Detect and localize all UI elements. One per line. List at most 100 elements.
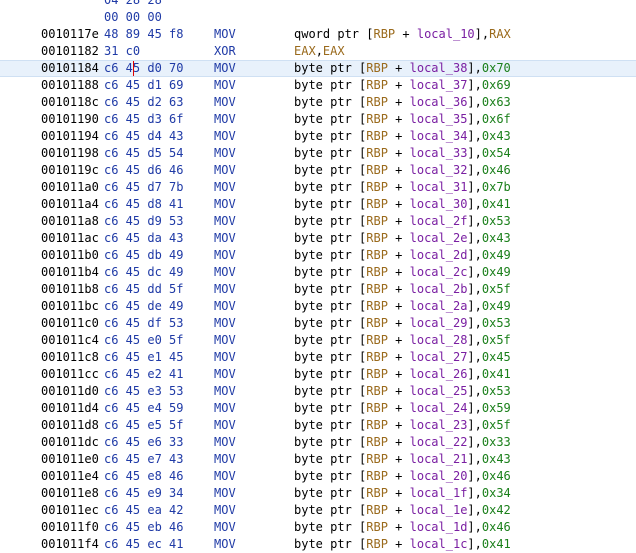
instruction-operands[interactable]: byte ptr [RBP + local_36],0x63 bbox=[294, 94, 511, 111]
local-symbol-operand[interactable]: local_36 bbox=[410, 95, 468, 109]
disassembly-listing[interactable]: 04 28 28 00 00 00 0010117e 48 89 45 f8 MOV qw… bbox=[0, 0, 636, 553]
instruction-bytes[interactable]: 31 c0 bbox=[104, 43, 140, 60]
instruction-operands[interactable]: byte ptr [RBP + local_34],0x43 bbox=[294, 128, 511, 145]
register-operand[interactable]: RBP bbox=[366, 503, 388, 517]
instruction-mnemonic[interactable]: MOV bbox=[214, 366, 236, 383]
instruction-address[interactable]: 001011a4 bbox=[41, 196, 99, 213]
listing-row[interactable]: 04 28 28 bbox=[0, 0, 636, 9]
listing-row[interactable]: 001011e4 c6 45 e8 46 MOV byte ptr [RBP + lo… bbox=[0, 468, 636, 485]
instruction-mnemonic[interactable]: MOV bbox=[214, 383, 236, 400]
listing-row[interactable]: 001011d8 c6 45 e5 5f MOV byte ptr [RBP + lo… bbox=[0, 417, 636, 434]
instruction-bytes[interactable]: c6 45 d3 6f bbox=[104, 111, 183, 128]
instruction-operands[interactable]: byte ptr [RBP + local_1c],0x41 bbox=[294, 536, 511, 553]
instruction-bytes[interactable]: c6 45 ec 41 bbox=[104, 536, 183, 553]
instruction-mnemonic[interactable]: MOV bbox=[214, 77, 236, 94]
instruction-mnemonic[interactable]: MOV bbox=[214, 417, 236, 434]
instruction-address[interactable]: 0010117e bbox=[41, 26, 99, 43]
instruction-address[interactable]: 001011ac bbox=[41, 230, 99, 247]
register-operand[interactable]: RBP bbox=[366, 61, 388, 75]
instruction-address[interactable]: 00101190 bbox=[41, 111, 99, 128]
listing-row[interactable]: 001011bc c6 45 de 49 MOV byte ptr [RBP + lo… bbox=[0, 298, 636, 315]
instruction-operands[interactable]: EAX,EAX bbox=[294, 43, 345, 60]
immediate-operand[interactable]: 0x54 bbox=[482, 146, 511, 160]
listing-row[interactable]: 001011c4 c6 45 e0 5f MOV byte ptr [RBP + lo… bbox=[0, 332, 636, 349]
register-operand[interactable]: RBP bbox=[366, 129, 388, 143]
listing-row[interactable]: 0010119c c6 45 d6 46 MOV byte ptr [RBP + lo… bbox=[0, 162, 636, 179]
immediate-operand[interactable]: 0x53 bbox=[482, 214, 511, 228]
listing-row[interactable]: 00101182 31 c0 XOR EAX,EAX bbox=[0, 43, 636, 60]
listing-row[interactable]: 001011f4 c6 45 ec 41 MOV byte ptr [RBP + lo… bbox=[0, 536, 636, 553]
register-operand[interactable]: RBP bbox=[366, 282, 388, 296]
instruction-mnemonic[interactable]: MOV bbox=[214, 230, 236, 247]
local-symbol-operand[interactable]: local_37 bbox=[410, 78, 468, 92]
instruction-mnemonic[interactable]: MOV bbox=[214, 179, 236, 196]
local-symbol-operand[interactable]: local_38 bbox=[410, 61, 468, 75]
instruction-mnemonic[interactable]: MOV bbox=[214, 162, 236, 179]
register-operand[interactable]: RBP bbox=[366, 537, 388, 551]
instruction-address[interactable]: 001011dc bbox=[41, 434, 99, 451]
instruction-address[interactable]: 001011c4 bbox=[41, 332, 99, 349]
instruction-bytes[interactable]: c6 45 db 49 bbox=[104, 247, 183, 264]
instruction-address[interactable]: 001011b8 bbox=[41, 281, 99, 298]
instruction-operands[interactable]: byte ptr [RBP + local_2c],0x49 bbox=[294, 264, 511, 281]
instruction-operands[interactable]: byte ptr [RBP + local_24],0x59 bbox=[294, 400, 511, 417]
instruction-mnemonic[interactable]: MOV bbox=[214, 128, 236, 145]
immediate-operand[interactable]: 0x46 bbox=[482, 163, 511, 177]
instruction-mnemonic[interactable]: MOV bbox=[214, 60, 236, 77]
instruction-operands[interactable]: byte ptr [RBP + local_28],0x5f bbox=[294, 332, 511, 349]
local-symbol-operand[interactable]: local_2b bbox=[410, 282, 468, 296]
instruction-bytes[interactable]: c6 45 da 43 bbox=[104, 230, 183, 247]
instruction-address[interactable]: 001011d4 bbox=[41, 400, 99, 417]
local-symbol-operand[interactable]: local_24 bbox=[410, 401, 468, 415]
register-operand[interactable]: RBP bbox=[366, 78, 388, 92]
instruction-address[interactable]: 001011f4 bbox=[41, 536, 99, 553]
instruction-operands[interactable]: byte ptr [RBP + local_22],0x33 bbox=[294, 434, 511, 451]
register-operand[interactable]: RBP bbox=[366, 367, 388, 381]
register-operand[interactable]: EAX bbox=[323, 44, 345, 58]
instruction-bytes[interactable]: c6 45 e1 45 bbox=[104, 349, 183, 366]
listing-row[interactable]: 001011d0 c6 45 e3 53 MOV byte ptr [RBP + lo… bbox=[0, 383, 636, 400]
instruction-mnemonic[interactable]: MOV bbox=[214, 94, 236, 111]
instruction-operands[interactable]: byte ptr [RBP + local_37],0x69 bbox=[294, 77, 511, 94]
immediate-operand[interactable]: 0x59 bbox=[482, 401, 511, 415]
immediate-operand[interactable]: 0x5f bbox=[482, 418, 511, 432]
instruction-bytes[interactable]: c6 45 e3 53 bbox=[104, 383, 183, 400]
instruction-operands[interactable]: byte ptr [RBP + local_2e],0x43 bbox=[294, 230, 511, 247]
instruction-operands[interactable]: byte ptr [RBP + local_23],0x5f bbox=[294, 417, 511, 434]
instruction-operands[interactable]: byte ptr [RBP + local_32],0x46 bbox=[294, 162, 511, 179]
listing-row[interactable]: 00 00 00 bbox=[0, 9, 636, 26]
instruction-address[interactable]: 00101198 bbox=[41, 145, 99, 162]
listing-row[interactable]: 001011dc c6 45 e6 33 MOV byte ptr [RBP + lo… bbox=[0, 434, 636, 451]
local-symbol-operand[interactable]: local_20 bbox=[410, 469, 468, 483]
local-symbol-operand[interactable]: local_2a bbox=[410, 299, 468, 313]
register-operand[interactable]: EAX bbox=[294, 44, 316, 58]
instruction-mnemonic[interactable]: MOV bbox=[214, 298, 236, 315]
instruction-bytes[interactable]: c6 45 e5 5f bbox=[104, 417, 183, 434]
instruction-operands[interactable]: byte ptr [RBP + local_31],0x7b bbox=[294, 179, 511, 196]
listing-row[interactable]: 001011cc c6 45 e2 41 MOV byte ptr [RBP + lo… bbox=[0, 366, 636, 383]
listing-row[interactable]: 001011e8 c6 45 e9 34 MOV byte ptr [RBP + lo… bbox=[0, 485, 636, 502]
immediate-operand[interactable]: 0x43 bbox=[482, 231, 511, 245]
register-operand[interactable]: RBP bbox=[366, 486, 388, 500]
local-symbol-operand[interactable]: local_25 bbox=[410, 384, 468, 398]
instruction-mnemonic[interactable]: MOV bbox=[214, 264, 236, 281]
instruction-bytes[interactable]: 48 89 45 f8 bbox=[104, 26, 183, 43]
instruction-bytes[interactable]: c6 45 dc 49 bbox=[104, 264, 183, 281]
listing-row[interactable]: 001011ec c6 45 ea 42 MOV byte ptr [RBP + lo… bbox=[0, 502, 636, 519]
instruction-address[interactable]: 001011b0 bbox=[41, 247, 99, 264]
listing-row[interactable]: 0010117e 48 89 45 f8 MOV qword ptr [RBP + l… bbox=[0, 26, 636, 43]
listing-row[interactable]: 001011d4 c6 45 e4 59 MOV byte ptr [RBP + lo… bbox=[0, 400, 636, 417]
register-operand[interactable]: RBP bbox=[366, 214, 388, 228]
instruction-bytes[interactable]: c6 45 dd 5f bbox=[104, 281, 183, 298]
register-operand[interactable]: RBP bbox=[366, 418, 388, 432]
instruction-mnemonic[interactable]: MOV bbox=[214, 468, 236, 485]
local-symbol-operand[interactable]: local_10 bbox=[417, 27, 475, 41]
immediate-operand[interactable]: 0x63 bbox=[482, 95, 511, 109]
instruction-bytes[interactable]: c6 45 d0 70 bbox=[104, 60, 183, 77]
immediate-operand[interactable]: 0x33 bbox=[482, 435, 511, 449]
instruction-bytes[interactable]: c6 45 d8 41 bbox=[104, 196, 183, 213]
listing-row[interactable]: 001011e0 c6 45 e7 43 MOV byte ptr [RBP + lo… bbox=[0, 451, 636, 468]
instruction-address[interactable]: 001011e0 bbox=[41, 451, 99, 468]
immediate-operand[interactable]: 0x7b bbox=[482, 180, 511, 194]
instruction-operands[interactable]: byte ptr [RBP + local_27],0x45 bbox=[294, 349, 511, 366]
